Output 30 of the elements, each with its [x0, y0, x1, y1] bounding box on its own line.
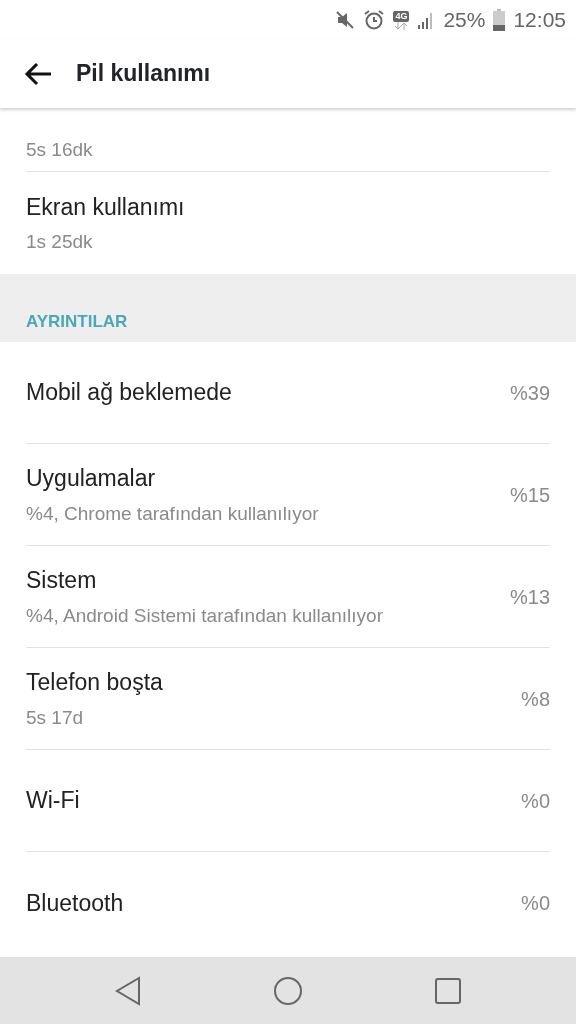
item-subtitle: 5s 16dk — [26, 138, 93, 163]
item-title: Bluetooth — [26, 888, 124, 918]
battery-percentage: 25% — [443, 7, 486, 34]
usage-percentage: %13 — [509, 584, 550, 610]
item-subtitle: %4, Chrome tarafından kullanılıyor — [26, 501, 319, 526]
clock: 12:05 — [513, 7, 566, 34]
item-subtitle: 5s 17d — [26, 705, 85, 730]
alarm-icon — [363, 9, 386, 31]
section-header: AYRINTILAR — [26, 310, 128, 333]
item-title: Wi-Fi — [26, 786, 80, 816]
usage-percentage: %0 — [521, 788, 550, 814]
recents-button[interactable] — [434, 976, 463, 1005]
back-nav-button[interactable] — [113, 975, 142, 1006]
usage-percentage: %15 — [509, 482, 550, 508]
usage-percentage: %39 — [509, 380, 550, 406]
battery-icon — [493, 9, 506, 31]
item-title: Ekran kullanımı — [26, 192, 185, 222]
item-title: Uygulamalar — [26, 464, 157, 493]
item-title: Sistem — [26, 566, 98, 595]
home-button[interactable] — [273, 975, 303, 1006]
item-subtitle: %4, Android Sistemi tarafından kullanılıyor — [26, 603, 383, 628]
item-subtitle: 1s 25dk — [26, 230, 94, 254]
usage-percentage: %0 — [521, 891, 550, 916]
usage-percentage: %8 — [521, 686, 550, 712]
back-button[interactable] — [24, 62, 52, 86]
item-title: Telefon boşta — [26, 668, 163, 697]
mute-icon — [335, 10, 356, 30]
page-title: Pil kullanımı — [76, 60, 211, 88]
item-title: Mobil ağ beklemede — [26, 378, 232, 408]
network-indicator: 4G — [393, 10, 410, 30]
